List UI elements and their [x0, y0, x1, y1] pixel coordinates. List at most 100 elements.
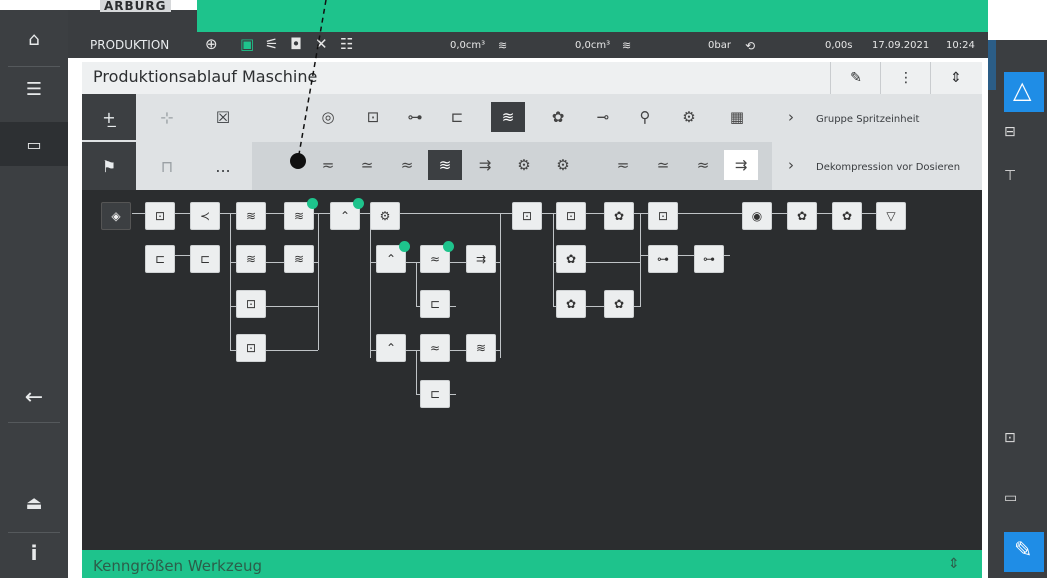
flow-node-nozzle-2[interactable]: ⊶ [694, 245, 724, 273]
panel-title: Produktionsablauf Maschine [93, 67, 318, 86]
flow-node-mold-2[interactable]: ✿ [604, 202, 634, 230]
flow-node-dosing-fwd[interactable]: ⇉ [466, 245, 496, 273]
tool-injection-icon[interactable]: ⊡ [356, 102, 390, 132]
flow-node-dosing-e[interactable]: ≋ [466, 334, 496, 362]
rail-tool-icon[interactable]: ⊟ [1004, 124, 1016, 140]
tool-dosing5-icon[interactable]: ⇉ [724, 150, 758, 180]
tool-dosing-fwd-icon[interactable]: ≃ [350, 150, 384, 180]
flow-node-dosing-rot-2[interactable]: ≈ [420, 334, 450, 362]
machine-icon[interactable]: ▭ [0, 122, 68, 166]
screw-icon: ≋ [622, 39, 632, 52]
ejector-icon: ⌃ [385, 341, 397, 355]
unit-icon: ⊏ [154, 252, 166, 266]
flow-node-mold-c[interactable]: ✿ [556, 290, 586, 318]
tool-dosing-icon[interactable]: ≋ [491, 102, 525, 132]
flow-node-injection-c[interactable]: ⊡ [236, 290, 266, 318]
tool-dosing-arrow-icon[interactable]: ⇉ [468, 150, 502, 180]
flow-node-mold-4[interactable]: ✿ [832, 202, 862, 230]
rail-pin-icon[interactable]: ⊤ [1004, 168, 1016, 184]
machine-mode-icon[interactable]: ▣ [240, 35, 254, 53]
chevron-right-icon[interactable]: › [774, 102, 808, 132]
cog-icon: ⚙ [379, 209, 391, 223]
tool-decompression-icon[interactable]: ≋ [428, 150, 462, 180]
flow-node-robot[interactable]: ◉ [742, 202, 772, 230]
tool-search-icon[interactable]: ⚲ [628, 102, 662, 132]
sidebar-divider [8, 422, 60, 423]
flow-node-injection-a2[interactable]: ⊡ [648, 202, 678, 230]
flow-node-unit-4[interactable]: ⊏ [420, 380, 450, 408]
mold-icon: ✿ [565, 252, 577, 266]
eject-icon[interactable]: ⏏ [0, 488, 68, 518]
flow-line [416, 350, 417, 394]
injection-icon[interactable]: ☷ [340, 35, 353, 53]
delete-button[interactable]: ☒ [196, 94, 250, 140]
flow-node-ejector[interactable]: ⌃ [330, 198, 364, 230]
flow-node-dosing[interactable]: ≋ [236, 202, 266, 230]
tool-cog-icon[interactable]: ⚙ [507, 150, 541, 180]
tool-dosing3-icon[interactable]: ≃ [646, 150, 680, 180]
flow-node-dosing-b[interactable]: ≋ [236, 245, 266, 273]
flow-node-nozzle-back[interactable]: ≺ [190, 202, 220, 230]
flow-node-injection-b[interactable]: ⊡ [512, 202, 542, 230]
more-button[interactable]: ... [196, 142, 250, 190]
dosing-icon: ≋ [293, 209, 305, 223]
flow-branch [318, 213, 319, 350]
dosing-icon: ≈ [429, 252, 441, 266]
flow-node-dosing-2[interactable]: ≋ [284, 198, 318, 230]
robot-icon[interactable]: ⚟ [265, 35, 278, 53]
flow-node-mold-b[interactable]: ✿ [556, 245, 586, 273]
volume2-value: 0,0cm³ [575, 40, 611, 51]
tool-gear-icon[interactable]: ⚙ [672, 102, 706, 132]
dosing-icon: ≈ [429, 341, 441, 355]
info-icon[interactable]: i [0, 538, 68, 568]
tool-mold-icon[interactable]: ✿ [541, 102, 575, 132]
move-button[interactable]: ⊹ [140, 94, 194, 140]
flow-node-injection-b2[interactable]: ⊡ [556, 202, 586, 230]
flow-node-nozzle-1[interactable]: ⊶ [648, 245, 678, 273]
alarm-triangle-button[interactable]: △ [1004, 72, 1044, 112]
flow-node-unit-back[interactable]: ⊏ [145, 245, 175, 273]
tool-dosing-rot-icon[interactable]: ≈ [390, 150, 424, 180]
tool-grid-icon[interactable]: ▦ [720, 102, 754, 132]
rail-graph-icon[interactable]: ⊡ [1004, 430, 1016, 446]
dosing-icon: ≋ [245, 252, 257, 266]
injection-icon: ⊡ [657, 209, 669, 223]
add-step-button[interactable]: +̲ [82, 94, 136, 140]
flow-node-end[interactable]: ▽ [876, 202, 906, 230]
flow-node-mold-3[interactable]: ✿ [787, 202, 817, 230]
flow-node-dosing-c[interactable]: ≋ [284, 245, 314, 273]
tool-dosing2-icon[interactable]: ≂ [606, 150, 640, 180]
flow-node-injection-d[interactable]: ⊡ [236, 334, 266, 362]
flow-node-injection-a[interactable]: ⊡ [145, 202, 175, 230]
chevron-updown-icon[interactable]: ⇕ [948, 556, 960, 572]
edit-pencil-button[interactable]: ✎ [830, 62, 881, 94]
menu-icon[interactable]: ☰ [0, 74, 68, 104]
flow-node-unit-3[interactable]: ⊏ [420, 290, 450, 318]
home-icon[interactable]: ⌂ [0, 24, 68, 54]
tool-nozzle-icon[interactable]: ⊶ [398, 102, 432, 132]
dosing-icon: ≋ [475, 341, 487, 355]
flow-node-cog[interactable]: ⚙ [370, 202, 400, 230]
flow-node-ejector-2[interactable]: ⌃ [376, 241, 410, 273]
tool-valve-icon[interactable]: ⊸ [586, 102, 620, 132]
dosing-icon: ≋ [498, 39, 508, 52]
start-node[interactable]: ◈ [101, 202, 131, 230]
tool-unit-icon[interactable]: ⊏ [440, 102, 474, 132]
flow-node-dosing-rot[interactable]: ≈ [420, 241, 454, 273]
back-arrow-icon[interactable]: ← [0, 382, 68, 412]
flag-button[interactable]: ⚑ [82, 142, 136, 190]
flow-node-mold-d[interactable]: ✿ [604, 290, 634, 318]
chevron-right-icon[interactable]: › [774, 150, 808, 180]
globe-icon[interactable]: ⊕ [205, 35, 218, 53]
move-icon: ⊹ [160, 107, 174, 127]
flow-node-ejector-3[interactable]: ⌃ [376, 334, 406, 362]
tool-cog2-icon[interactable]: ⚙ [546, 150, 580, 180]
status-badge [353, 198, 364, 209]
tree-button[interactable]: ⋮ [880, 62, 931, 94]
expand-collapse-button[interactable]: ⇕ [930, 62, 981, 94]
sequence-button[interactable]: ⊓ [140, 142, 194, 190]
edit-button[interactable]: ✎ [1004, 532, 1044, 572]
tool-dosing4-icon[interactable]: ≈ [686, 150, 720, 180]
rail-monitor-icon[interactable]: ▭ [1004, 490, 1017, 506]
flow-node-unit-2[interactable]: ⊏ [190, 245, 220, 273]
